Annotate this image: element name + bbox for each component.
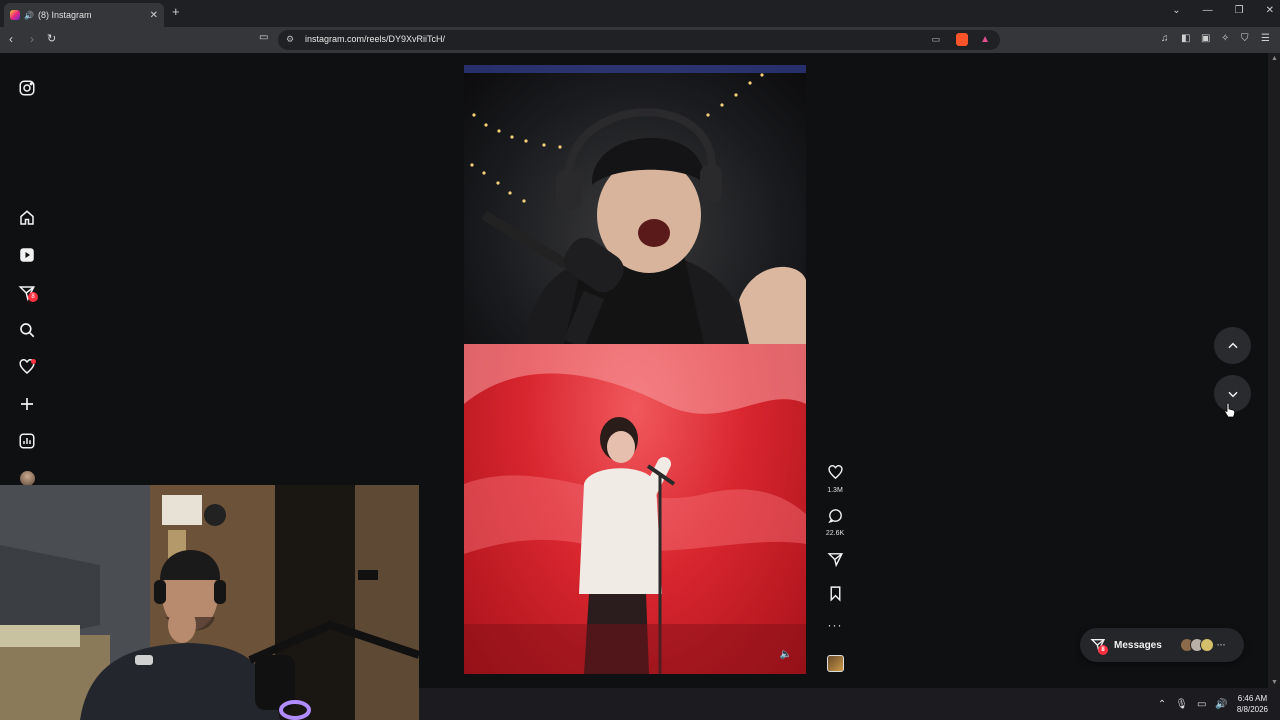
reload-icon[interactable]: ↻	[47, 32, 56, 45]
address-bar[interactable]: ⚙ instagram.com/reels/DY9XvRiiTcH/ ▭ ▲	[278, 30, 1000, 50]
taskbar-clock[interactable]: 6:46 AM 8/8/2026	[1237, 693, 1268, 715]
brave-shields-icon[interactable]	[956, 33, 968, 46]
chevron-up-icon	[1227, 342, 1238, 348]
volume-icon[interactable]: 🔊	[1215, 699, 1227, 710]
dashboard-icon[interactable]	[17, 431, 37, 451]
close-tab-icon[interactable]: ✕	[150, 10, 158, 21]
scroll-up-icon[interactable]: ▲	[1271, 55, 1278, 62]
previous-reel-button[interactable]	[1214, 327, 1251, 364]
comment-icon	[827, 509, 842, 524]
reels-icon[interactable]	[17, 245, 37, 265]
new-tab-button[interactable]: +	[172, 4, 180, 19]
back-icon[interactable]: ‹	[9, 32, 13, 46]
browser-toolbar: ‹ › ↻ ▭ ⚙ instagram.com/reels/DY9XvRiiTc…	[0, 27, 1280, 53]
cast-icon[interactable]: ▭	[931, 34, 940, 45]
recent-chats-avatars	[1179, 638, 1214, 652]
share-icon	[826, 553, 843, 568]
brave-rewards-icon[interactable]: ▲	[980, 34, 990, 45]
mouse-cursor-icon	[1224, 402, 1236, 418]
comment-button[interactable]: 22.6K	[824, 507, 846, 537]
sidebar-toggle-icon[interactable]: ◧	[1181, 33, 1190, 44]
messages-badge: 8	[28, 292, 38, 302]
save-button[interactable]	[824, 585, 846, 607]
minimize-icon[interactable]: —	[1203, 5, 1213, 16]
messages-pill-badge: 8	[1098, 645, 1108, 655]
reel-video[interactable]: 🔈	[464, 65, 806, 674]
close-window-icon[interactable]: ✕	[1266, 5, 1274, 16]
messages-icon[interactable]: 8	[17, 283, 38, 303]
scroll-down-icon[interactable]: ▼	[1271, 679, 1278, 686]
comment-count: 22.6K	[825, 530, 845, 537]
url-text: instagram.com/reels/DY9XvRiiTcH/	[305, 34, 446, 44]
clock-date: 8/8/2026	[1236, 705, 1268, 714]
messages-label: Messages	[1114, 639, 1162, 651]
create-icon[interactable]	[17, 394, 37, 414]
chevron-down-icon	[1227, 391, 1238, 397]
window-controls: ⌄ — ❐ ✕	[1172, 5, 1274, 16]
instagram-logo-icon[interactable]	[17, 78, 37, 98]
os-taskbar: ⌃ 🎙 ▭ 🔊 6:46 AM 8/8/2026	[419, 688, 1280, 720]
bookmark-icon[interactable]: ▭	[259, 32, 268, 43]
instagram-favicon-icon	[10, 10, 20, 20]
wallet-icon[interactable]: ▣	[1201, 33, 1210, 44]
microphone-icon[interactable]: 🎙	[1175, 699, 1188, 710]
media-icon[interactable]: ♫	[1161, 33, 1169, 44]
like-count: 1.3M	[827, 487, 843, 494]
system-tray: ⌃ 🎙 ▭ 🔊 6:46 AM 8/8/2026	[1158, 688, 1280, 720]
share-button[interactable]	[824, 551, 846, 573]
bookmark-icon	[830, 586, 840, 602]
avatar	[1199, 638, 1214, 652]
singer-video-frame: 🔈	[464, 344, 806, 674]
browser-tab-bar: 🔊 (8) Instagram ✕ + ⌄ — ❐ ✕	[0, 0, 1280, 27]
like-button[interactable]: 1.3M	[824, 464, 846, 494]
tab-title: (8) Instagram	[37, 10, 92, 20]
notifications-icon[interactable]	[17, 357, 37, 377]
audio-playing-icon[interactable]: 🔊	[24, 11, 34, 20]
restore-icon[interactable]: ❐	[1235, 5, 1244, 16]
forward-icon[interactable]: ›	[30, 32, 34, 46]
notifications-dot	[31, 359, 36, 364]
heart-icon	[827, 465, 843, 480]
more-chats-icon: ···	[1216, 640, 1226, 650]
menu-icon[interactable]: ☰	[1261, 33, 1270, 44]
home-icon[interactable]	[17, 208, 37, 228]
more-options-icon[interactable]: ···	[824, 618, 846, 632]
tray-overflow-icon[interactable]: ⌃	[1158, 699, 1166, 710]
sound-toggle-icon[interactable]: 🔈	[780, 649, 792, 660]
tab-search-icon[interactable]: ⌄	[1172, 5, 1180, 16]
network-icon[interactable]: ▭	[1197, 699, 1206, 710]
messages-pill[interactable]: 8 Messages ···	[1080, 628, 1244, 662]
reaction-video-frame	[464, 65, 806, 344]
search-icon[interactable]	[17, 320, 37, 340]
site-info-icon[interactable]: ⚙	[286, 34, 294, 45]
audio-thumbnail[interactable]	[824, 655, 846, 672]
page-scrollbar[interactable]: ▲ ▼	[1268, 53, 1280, 688]
webcam-overlay	[0, 485, 419, 720]
messages-pill-icon: 8	[1090, 637, 1108, 655]
leo-ai-icon[interactable]: ✧	[1221, 33, 1229, 44]
vpn-shield-icon[interactable]: ⛉	[1241, 33, 1249, 44]
browser-tab[interactable]: 🔊 (8) Instagram ✕	[4, 3, 164, 27]
clock-time: 6:46 AM	[1237, 694, 1268, 703]
